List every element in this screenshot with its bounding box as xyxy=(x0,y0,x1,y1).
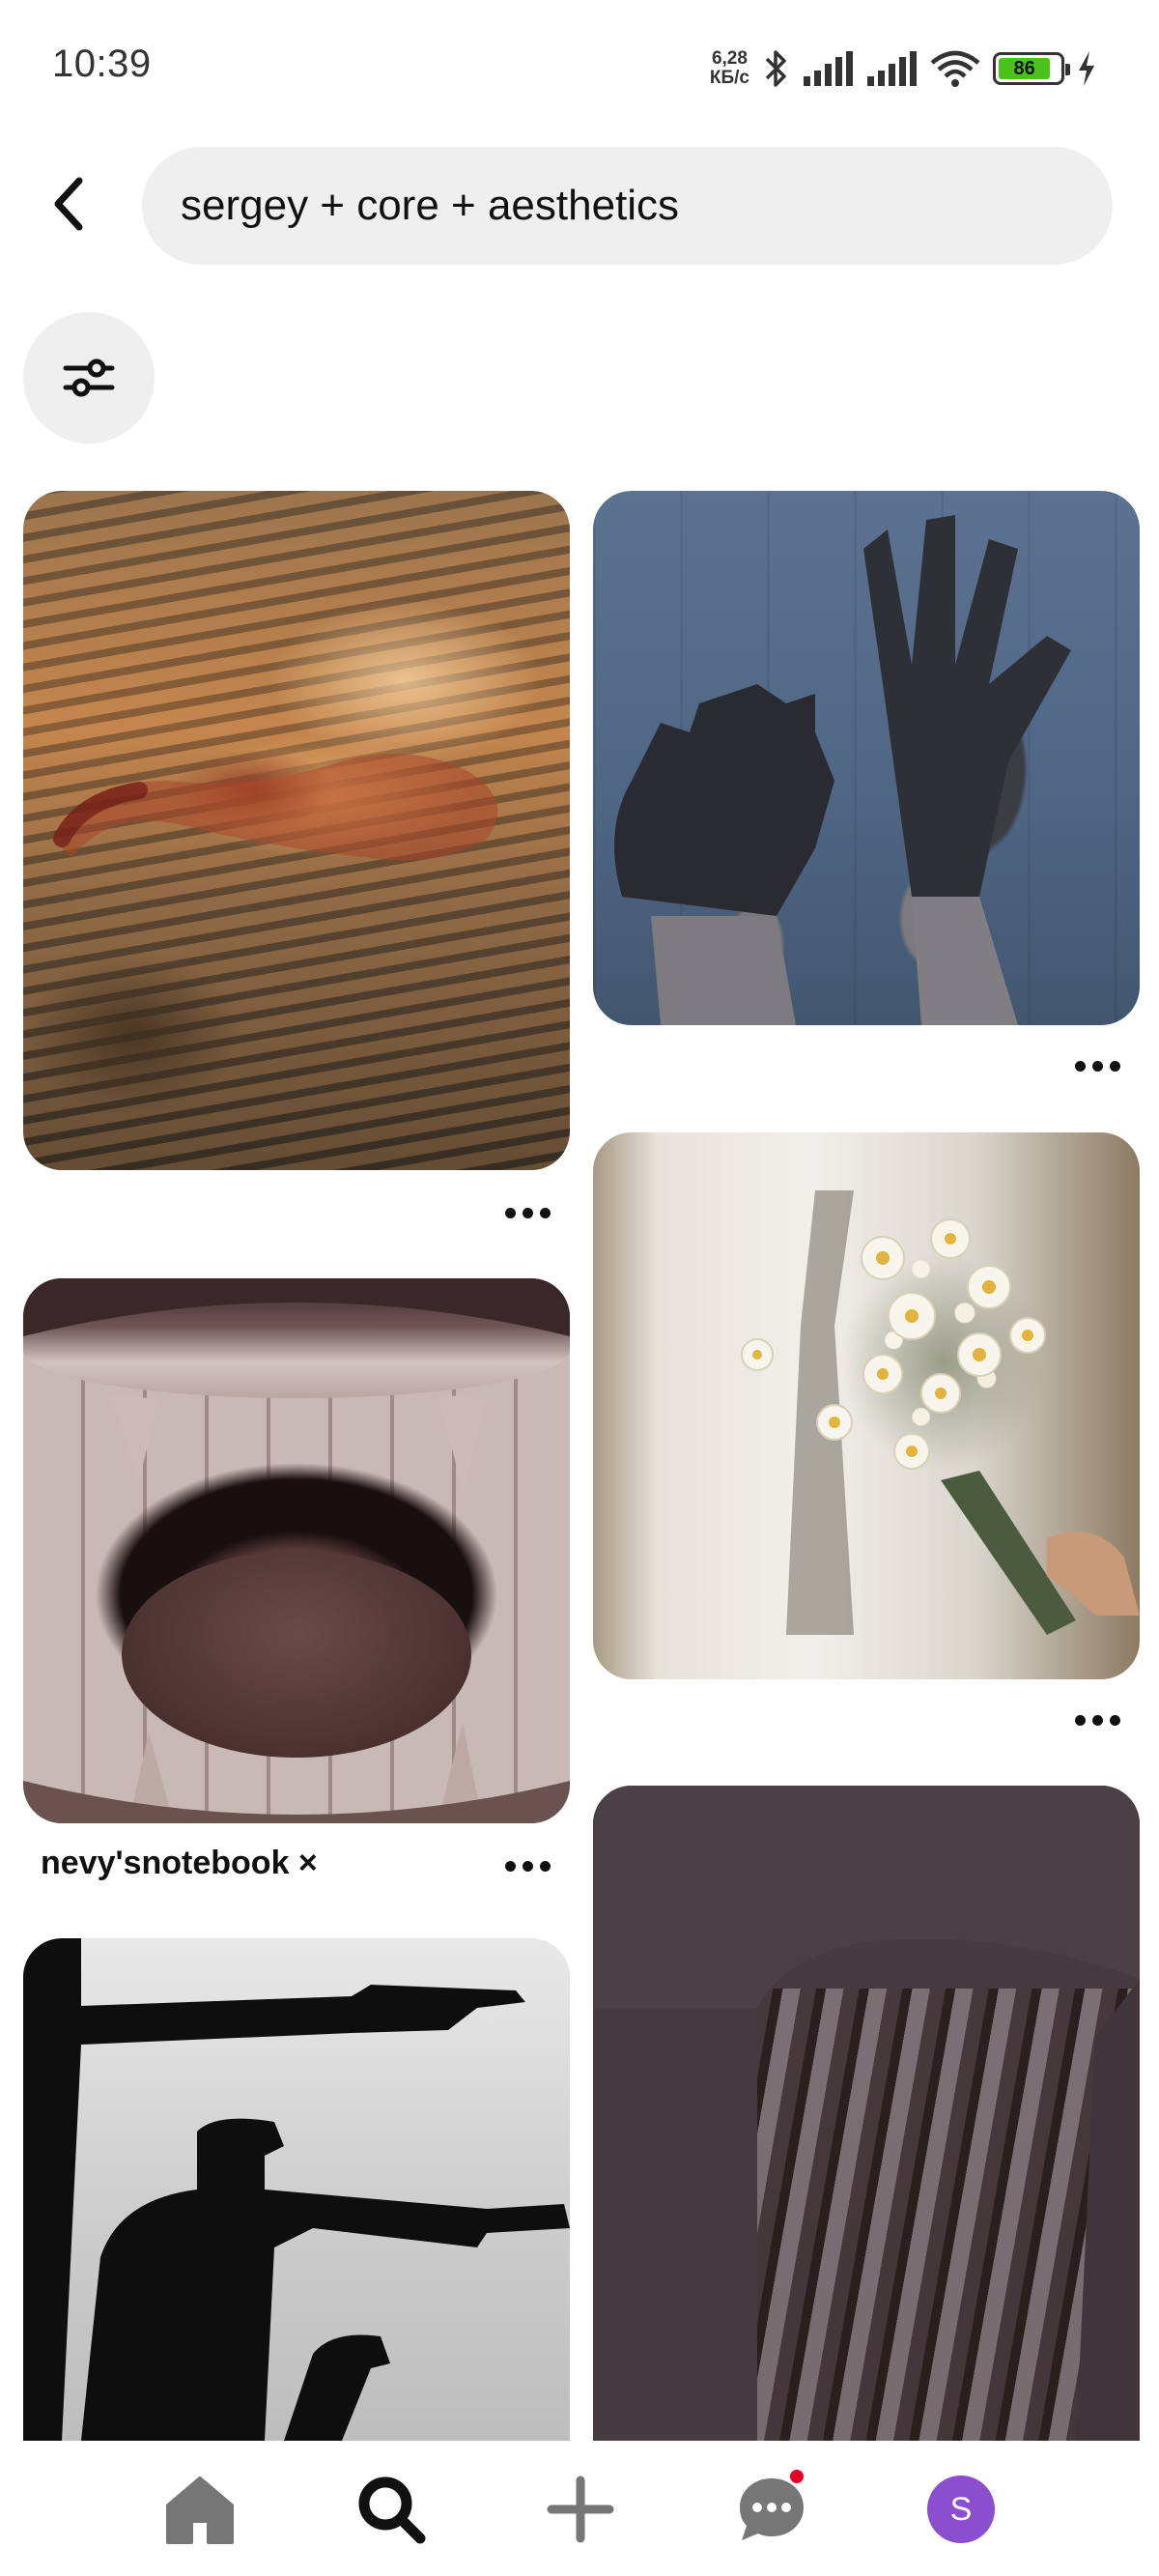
search-input[interactable]: sergey + core + aesthetics xyxy=(142,147,1113,265)
battery-level: 86 xyxy=(999,58,1051,79)
network-speed-unit: КБ/с xyxy=(709,68,749,88)
network-speed-value: 6,28 xyxy=(711,48,748,69)
notification-dot xyxy=(788,2468,806,2485)
pin-image-daisies[interactable] xyxy=(593,1132,1140,1679)
bluetooth-icon xyxy=(765,50,786,87)
more-dot xyxy=(504,1207,516,1218)
arrow-bundle-shape xyxy=(593,1786,1140,2441)
silhouette-figures xyxy=(23,1938,570,2441)
charging-icon xyxy=(1079,51,1094,86)
more-dot xyxy=(1091,1060,1103,1072)
pin-image-silhouettes[interactable] xyxy=(23,1938,570,2441)
more-dot xyxy=(1109,1714,1120,1726)
more-dot xyxy=(1091,1714,1103,1726)
network-speed: 6,28 КБ/с xyxy=(710,49,749,88)
more-dot xyxy=(504,1860,516,1872)
more-dot xyxy=(539,1207,551,1218)
more-dot xyxy=(539,1860,551,1872)
pin-image-mouth[interactable] xyxy=(23,1278,570,1823)
swimmer-figure xyxy=(52,754,498,861)
pin-image-hands[interactable] xyxy=(593,491,1140,1025)
search-icon xyxy=(358,2476,426,2544)
signal-strength-icon-1 xyxy=(804,51,853,86)
pin-image-swimmer[interactable] xyxy=(23,491,570,1170)
more-dot xyxy=(1074,1060,1086,1072)
status-icons: 6,28 КБ/с 86 xyxy=(710,44,1097,93)
pin-more-button[interactable] xyxy=(1066,1701,1128,1739)
back-button[interactable] xyxy=(35,169,104,239)
bottom-navigation: S xyxy=(0,2447,1159,2576)
plus-icon xyxy=(547,2476,614,2543)
home-icon xyxy=(166,2476,234,2544)
status-time: 10:39 xyxy=(52,43,152,85)
signal-strength-icon-2 xyxy=(867,51,917,86)
nav-home[interactable] xyxy=(156,2466,243,2553)
more-dot xyxy=(1109,1060,1120,1072)
chevron-left-icon xyxy=(54,177,83,231)
battery-tip xyxy=(1065,64,1070,75)
search-query-text: sergey + core + aesthetics xyxy=(181,182,680,229)
nav-messages[interactable] xyxy=(728,2466,815,2553)
avatar: S xyxy=(927,2476,995,2543)
pin-more-button[interactable] xyxy=(1066,1046,1128,1085)
pin-more-button[interactable] xyxy=(496,1846,558,1885)
more-dot xyxy=(522,1207,533,1218)
nav-create[interactable] xyxy=(537,2466,624,2553)
status-bar: 10:39 6,28 КБ/с 86 xyxy=(0,0,1159,135)
nav-search[interactable] xyxy=(348,2466,435,2553)
more-dot xyxy=(522,1860,533,1872)
more-dot xyxy=(1074,1714,1086,1726)
search-results-screen: 10:39 6,28 КБ/с 86 sergey + core + aesth… xyxy=(0,0,1159,2576)
pin-more-button[interactable] xyxy=(496,1193,558,1232)
sliders-icon xyxy=(63,358,115,397)
daisy-bouquet xyxy=(741,1190,1140,1635)
nav-profile[interactable]: S xyxy=(918,2466,1004,2553)
battery-indicator: 86 xyxy=(993,52,1070,85)
pin-title[interactable]: nevy'snotebook × xyxy=(41,1845,318,1882)
wifi-icon xyxy=(930,50,980,87)
hands-figure xyxy=(614,515,1071,1025)
fangs xyxy=(23,1278,570,1823)
pin-image-arrows[interactable] xyxy=(593,1786,1140,2441)
filter-button[interactable] xyxy=(23,312,155,444)
